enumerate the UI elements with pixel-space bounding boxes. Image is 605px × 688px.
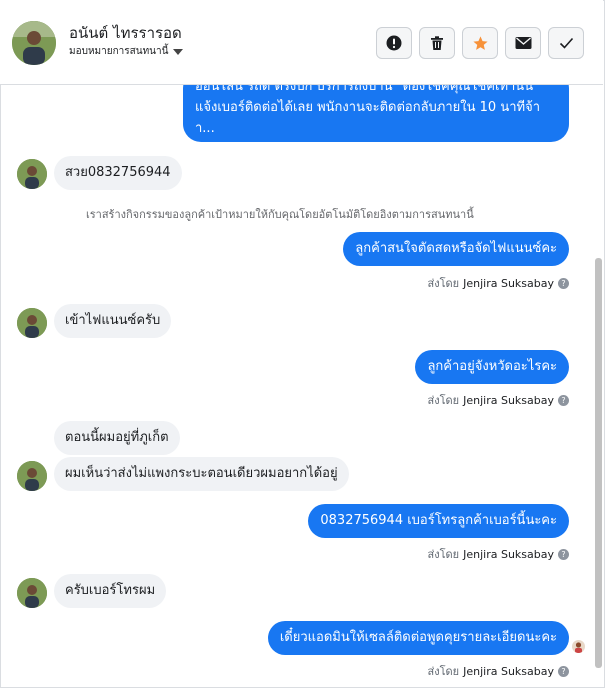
mark-done-button[interactable] xyxy=(548,27,584,59)
trash-icon xyxy=(431,36,443,50)
message-line: า... xyxy=(195,121,215,136)
sent-by-prefix: ส่งโดย xyxy=(427,665,460,678)
contact-avatar[interactable] xyxy=(12,21,56,65)
message-incoming-bubble[interactable]: ผมเห็นว่าส่งไม่แพงกระบะตอนเดียวผมอยากได้… xyxy=(54,457,349,491)
help-icon[interactable]: ? xyxy=(558,277,569,289)
sent-by-label: ส่งโดย Jenjira Suksabay ? xyxy=(428,662,569,680)
sender-name[interactable]: Jenjira Suksabay xyxy=(463,277,554,290)
message-incoming-bubble[interactable]: ตอนนี้ผมอยู่ที่ภูเก็ต xyxy=(54,421,180,455)
message-outgoing-bubble[interactable]: ลูกค้าอยู่จังหวัดอะไรคะ xyxy=(415,350,569,384)
star-icon xyxy=(472,35,488,50)
scrollbar[interactable] xyxy=(595,258,602,668)
help-icon[interactable]: ? xyxy=(558,394,569,406)
system-note: เราสร้างกิจกรรมของลูกค้าเป้าหมายให้กับคุ… xyxy=(86,208,474,221)
chevron-down-icon xyxy=(173,48,184,55)
contact-avatar xyxy=(17,159,47,189)
message-thread[interactable]: ออนไลน์ รถดี ตรงปก บริการถึงบ้าน "ต้องโช… xyxy=(0,0,603,688)
sender-name[interactable]: Jenjira Suksabay xyxy=(463,665,554,678)
contact-name: อนันต์ ไทรรารอด xyxy=(69,24,182,42)
sent-by-prefix: ส่งโดย xyxy=(427,277,460,290)
help-icon[interactable]: ? xyxy=(558,548,569,560)
help-icon[interactable]: ? xyxy=(558,665,569,677)
sent-by-label: ส่งโดย Jenjira Suksabay ? xyxy=(428,545,569,563)
sent-by-label: ส่งโดย Jenjira Suksabay ? xyxy=(428,391,569,409)
alert-icon xyxy=(386,35,402,51)
star-button[interactable] xyxy=(462,27,498,59)
seen-avatar xyxy=(572,640,585,653)
message-outgoing-bubble[interactable]: ลูกค้าสนใจตัดสดหรือจัดไฟแนนซ์คะ xyxy=(343,232,569,266)
conversation-header: อนันต์ ไทรรารอด มอบหมายการสนทนานี้ xyxy=(0,0,603,85)
mark-spam-button[interactable] xyxy=(376,27,412,59)
assign-conversation-dropdown[interactable]: มอบหมายการสนทนานี้ xyxy=(69,44,184,59)
sent-by-label: ส่งโดย Jenjira Suksabay ? xyxy=(428,274,569,292)
sent-by-prefix: ส่งโดย xyxy=(427,548,460,561)
mark-unread-button[interactable] xyxy=(505,27,541,59)
contact-avatar xyxy=(17,578,47,608)
delete-button[interactable] xyxy=(419,27,455,59)
assign-label: มอบหมายการสนทนานี้ xyxy=(69,46,169,57)
message-outgoing-bubble[interactable]: 0832756944 เบอร์โทรลูกค้าเบอร์นี้นะคะ xyxy=(308,504,569,538)
message-incoming-bubble[interactable]: เข้าไฟแนนซ์ครับ xyxy=(54,304,172,338)
message-outgoing-bubble[interactable]: เดี๋ยวแอดมินให้เซลล์ติดต่อพูดคุยรายละเอี… xyxy=(267,621,569,655)
sent-by-prefix: ส่งโดย xyxy=(427,394,460,407)
check-icon xyxy=(559,37,573,49)
sender-name[interactable]: Jenjira Suksabay xyxy=(463,548,554,561)
contact-avatar xyxy=(17,461,47,491)
message-incoming-bubble[interactable]: สวย0832756944 xyxy=(54,156,182,190)
mail-icon xyxy=(515,37,531,49)
contact-avatar xyxy=(17,308,47,338)
sender-name[interactable]: Jenjira Suksabay xyxy=(463,394,554,407)
message-incoming-bubble[interactable]: ครับเบอร์โทรผม xyxy=(54,574,167,608)
message-line: แจ้งเบอร์ติดต่อได้เลย พนักงานจะติดต่อกลั… xyxy=(195,100,540,115)
